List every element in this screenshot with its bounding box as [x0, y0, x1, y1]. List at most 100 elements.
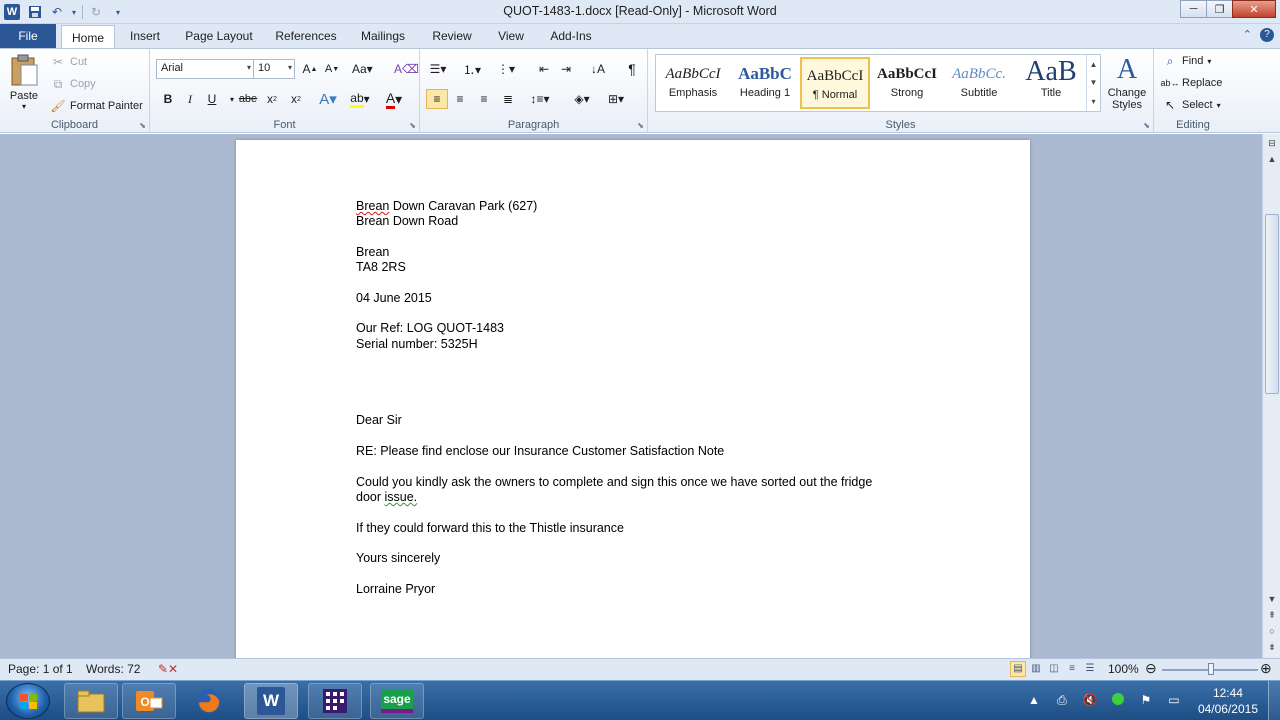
explorer-taskbar-button[interactable]	[64, 683, 118, 719]
scroll-up-icon[interactable]: ▲	[1265, 152, 1279, 166]
zoom-slider-thumb[interactable]	[1208, 663, 1214, 675]
tab-add-ins[interactable]: Add-Ins	[542, 24, 600, 48]
restore-button[interactable]: ❐	[1206, 0, 1233, 18]
minimize-button[interactable]: ─	[1180, 0, 1207, 18]
grammar-error[interactable]: issue.	[385, 490, 418, 504]
subscript-icon[interactable]: x2	[262, 89, 282, 109]
style-emphasis[interactable]: AaBbCcI Emphasis	[658, 57, 728, 109]
start-button[interactable]	[6, 683, 50, 719]
select-dropdown-icon[interactable]: ▾	[1217, 101, 1221, 110]
printer-icon[interactable]: ⎙	[1054, 693, 1070, 709]
previous-page-icon[interactable]: ⇞	[1265, 608, 1279, 622]
find-dropdown-icon[interactable]: ▾	[1207, 57, 1211, 66]
style-strong[interactable]: AaBbCcI Strong	[872, 57, 942, 109]
underline-icon[interactable]: U	[202, 89, 222, 109]
shrink-font-icon[interactable]: A ▼	[322, 59, 342, 79]
find-button[interactable]: ⌕ Find ▾	[1162, 53, 1212, 69]
web-layout-icon[interactable]: ◫	[1046, 661, 1062, 677]
ruler-toggle-icon[interactable]: ⊟	[1265, 136, 1279, 150]
decrease-indent-icon[interactable]: ⇤	[534, 59, 554, 79]
zoom-out-icon[interactable]: ⊖	[1145, 660, 1157, 677]
borders-icon[interactable]: ⊞▾	[606, 89, 626, 109]
outlook-taskbar-button[interactable]: O	[122, 683, 176, 719]
paragraph-launcher-icon[interactable]: ⬊	[637, 121, 644, 130]
scroll-thumb[interactable]	[1265, 214, 1279, 394]
style-subtitle[interactable]: AaBbCc. Subtitle	[944, 57, 1014, 109]
proofing-error-icon[interactable]: ✎✕	[158, 662, 178, 676]
strikethrough-icon[interactable]: abe	[238, 89, 258, 109]
tab-home[interactable]: Home	[61, 25, 115, 49]
font-size-dropdown-icon[interactable]: ▾	[288, 63, 292, 72]
help-icon[interactable]: ?	[1260, 28, 1274, 42]
minimize-ribbon-icon[interactable]: ⌃	[1243, 28, 1252, 42]
gallery-more-icon[interactable]: ▾	[1091, 97, 1095, 106]
clear-formatting-icon[interactable]: A⌫	[394, 59, 419, 79]
tab-insert[interactable]: Insert	[122, 24, 168, 48]
page-count[interactable]: Page: 1 of 1	[8, 662, 73, 676]
next-page-icon[interactable]: ⇟	[1265, 640, 1279, 654]
zoom-level[interactable]: 100%	[1108, 662, 1139, 676]
tab-page-layout[interactable]: Page Layout	[178, 24, 260, 48]
scroll-down-icon[interactable]: ▼	[1265, 592, 1279, 606]
font-name-dropdown-icon[interactable]: ▾	[247, 63, 251, 72]
action-center-flag-icon[interactable]: ⚑	[1138, 693, 1154, 709]
tab-mailings[interactable]: Mailings	[352, 24, 414, 48]
justify-icon[interactable]: ≣	[498, 89, 518, 109]
word-taskbar-button[interactable]: W	[244, 683, 298, 719]
sort-icon[interactable]: ↓A	[588, 59, 608, 79]
cut-button[interactable]: ✂ Cut	[50, 54, 87, 70]
format-painter-button[interactable]: 🖌 Format Painter	[50, 98, 142, 114]
outline-view-icon[interactable]: ≡	[1064, 661, 1080, 677]
network-icon[interactable]: ▭	[1166, 693, 1182, 709]
align-right-icon[interactable]: ≡	[474, 89, 494, 109]
document-page[interactable]: Brean Down Caravan Park (627) Brean Down…	[236, 140, 1030, 658]
multilevel-list-icon[interactable]: ⋮▾	[496, 59, 516, 79]
line-spacing-icon[interactable]: ↕≡▾	[530, 89, 550, 109]
vertical-scrollbar[interactable]: ⊟ ▲ ▼ ⇞ ○ ⇟	[1262, 134, 1280, 658]
shading-icon[interactable]: ◈▾	[572, 89, 592, 109]
show-hidden-icons-icon[interactable]: ▲	[1026, 693, 1042, 709]
increase-indent-icon[interactable]: ⇥	[556, 59, 576, 79]
tab-view[interactable]: View	[490, 24, 532, 48]
status-green-icon[interactable]	[1110, 693, 1126, 709]
font-color-icon[interactable]: A ▾	[384, 89, 404, 109]
style-heading-1[interactable]: AaBbC Heading 1	[730, 57, 800, 109]
grow-font-icon[interactable]: A ▲	[300, 59, 320, 79]
close-button[interactable]: ✕	[1232, 0, 1276, 18]
bullets-icon[interactable]: ☰▾	[428, 59, 448, 79]
tab-file[interactable]: File	[0, 24, 56, 48]
show-formatting-icon[interactable]: ¶	[622, 59, 642, 79]
highlight-icon[interactable]: ab ▾	[350, 89, 370, 109]
bold-icon[interactable]: B	[158, 89, 178, 109]
print-layout-view-icon[interactable]: ▤	[1010, 661, 1026, 677]
paste-dropdown-icon[interactable]: ▾	[6, 102, 42, 111]
font-size-box[interactable]: 10 ▾	[253, 59, 295, 79]
style-normal[interactable]: AaBbCcI ¶ Normal	[800, 57, 870, 109]
calculator-grid-taskbar-button[interactable]	[308, 683, 362, 719]
change-case-icon[interactable]: Aa▾	[352, 59, 373, 79]
gallery-down-icon[interactable]: ▼	[1090, 78, 1098, 87]
show-desktop-button[interactable]	[1268, 681, 1280, 720]
clock[interactable]: 12:44 04/06/2015	[1198, 685, 1258, 717]
tab-references[interactable]: References	[270, 24, 342, 48]
paste-button[interactable]: Paste ▾	[6, 53, 42, 111]
select-button[interactable]: ↖ Select ▾	[1162, 97, 1221, 113]
align-center-icon[interactable]: ≡	[450, 89, 470, 109]
sage-taskbar-button[interactable]: sage	[370, 683, 424, 719]
zoom-in-icon[interactable]: ⊕	[1260, 660, 1272, 677]
style-title[interactable]: AaB Title	[1016, 57, 1086, 109]
superscript-icon[interactable]: x2	[286, 89, 306, 109]
change-styles-button[interactable]: A Change Styles	[1104, 53, 1150, 111]
numbering-icon[interactable]: ⒈▾	[462, 59, 482, 79]
italic-icon[interactable]: I	[180, 89, 200, 109]
text-effects-icon[interactable]: A▾	[318, 89, 338, 109]
replace-button[interactable]: ab↔ Replace	[1161, 75, 1223, 91]
firefox-taskbar-button[interactable]	[182, 683, 236, 719]
select-browse-object-icon[interactable]: ○	[1265, 624, 1279, 638]
volume-muted-icon[interactable]: 🔇	[1082, 693, 1098, 709]
tab-review[interactable]: Review	[424, 24, 480, 48]
styles-launcher-icon[interactable]: ⬊	[1143, 121, 1150, 130]
font-launcher-icon[interactable]: ⬊	[409, 121, 416, 130]
font-name-box[interactable]: Arial ▾	[156, 59, 254, 79]
full-screen-reading-icon[interactable]: ▥	[1028, 661, 1044, 677]
